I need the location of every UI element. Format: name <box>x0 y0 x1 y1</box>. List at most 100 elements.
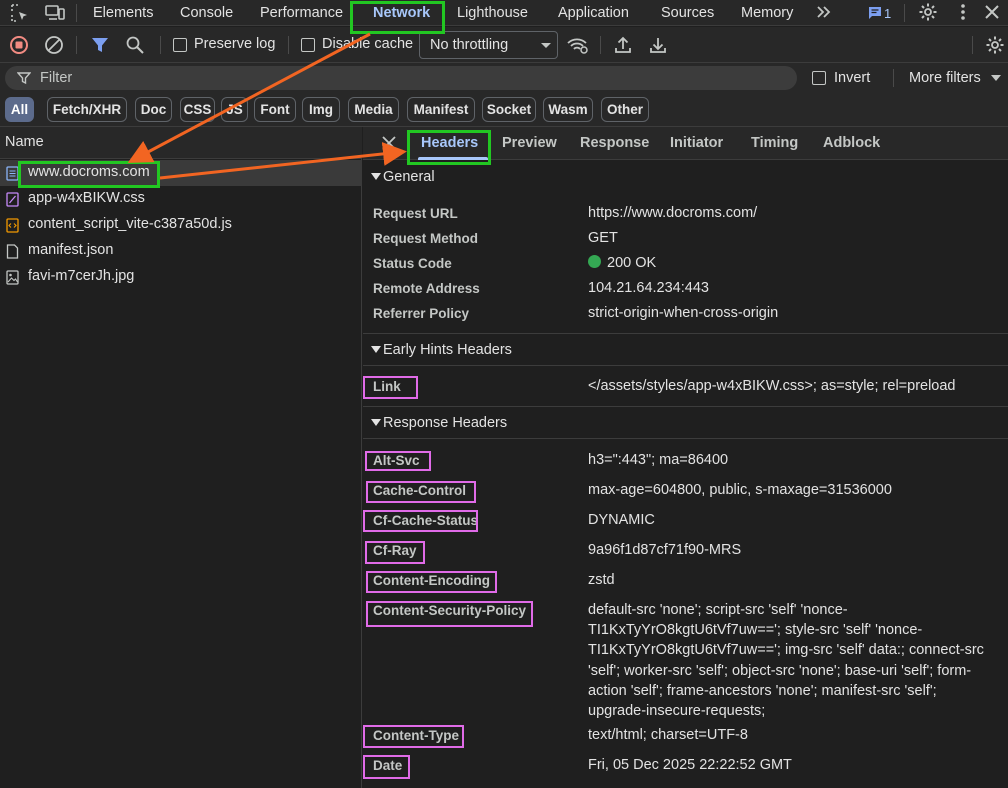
chip-font[interactable]: Font <box>254 97 296 122</box>
tab-lighthouse[interactable]: Lighthouse <box>457 0 528 26</box>
header-value: Fri, 05 Dec 2025 22:22:52 GMT <box>588 757 792 773</box>
chip-other[interactable]: Other <box>601 97 649 122</box>
chip-socket[interactable]: Socket <box>482 97 536 122</box>
chip-fetch-xhr[interactable]: Fetch/XHR <box>47 97 127 122</box>
inspect-element-icon[interactable] <box>10 3 30 23</box>
chip-img[interactable]: Img <box>302 97 340 122</box>
section-title: Early Hints Headers <box>383 342 512 358</box>
chip-all[interactable]: All <box>5 97 34 122</box>
network-settings-gear-icon[interactable] <box>985 35 1005 55</box>
request-list: Name www.docroms.com app-w4xBIKW.css con… <box>0 127 362 788</box>
section-title: Response Headers <box>383 415 508 431</box>
expand-triangle-icon <box>371 419 381 426</box>
kebab-menu-icon[interactable] <box>953 2 973 22</box>
invert-label: Invert <box>834 70 871 86</box>
key-highlight-content-type <box>363 725 464 748</box>
key-highlight-cache-control <box>366 481 476 503</box>
network-toolbar: Preserve log Disable cache No throttling <box>0 27 1008 63</box>
request-row[interactable]: app-w4xBIKW.css <box>0 186 362 212</box>
preserve-log-checkbox[interactable] <box>173 38 187 52</box>
resource-type-filters: All Fetch/XHR Doc CSS JS Font Img Media … <box>0 93 1008 127</box>
early-hints-section-header[interactable]: Early Hints Headers <box>363 333 1008 365</box>
header-key: Remote Address <box>373 281 480 296</box>
chevron-down-icon <box>991 75 1001 81</box>
header-value: https://www.docroms.com/ <box>588 205 758 221</box>
tab-console[interactable]: Console <box>180 0 233 26</box>
tab-sources[interactable]: Sources <box>661 0 714 26</box>
tab-initiator[interactable]: Initiator <box>670 135 723 151</box>
request-highlight <box>18 161 160 188</box>
preserve-log-label: Preserve log <box>194 36 276 52</box>
headers-tab-highlight <box>407 130 491 165</box>
issues-badge[interactable]: 1 <box>868 4 891 22</box>
invert-checkbox[interactable] <box>812 71 826 85</box>
request-name: manifest.json <box>28 242 114 258</box>
close-devtools-icon[interactable] <box>982 2 1002 22</box>
filter-funnel-icon[interactable] <box>90 35 110 55</box>
request-details: Headers Preview Response Initiator Timin… <box>363 127 1008 788</box>
response-headers-section-header[interactable]: Response Headers <box>363 406 1008 438</box>
clear-icon[interactable] <box>44 35 64 55</box>
close-details-icon[interactable] <box>381 135 397 151</box>
key-highlight-cf-ray <box>365 541 425 564</box>
header-value: strict-origin-when-cross-origin <box>588 305 779 321</box>
csp-header-value: default-src 'none'; script-src 'self' 'n… <box>588 602 984 720</box>
request-row[interactable]: manifest.json <box>0 238 362 264</box>
network-tab-highlight <box>350 1 445 34</box>
header-value: text/html; charset=UTF-8 <box>588 727 748 743</box>
header-value: 9a96f1d87cf71f90-MRS <box>588 542 742 558</box>
tab-response[interactable]: Response <box>580 135 649 151</box>
filter-row: Filter Invert More filters <box>0 63 1008 93</box>
request-name: app-w4xBIKW.css <box>28 190 145 206</box>
tab-adblock[interactable]: Adblock <box>823 135 880 151</box>
tab-elements[interactable]: Elements <box>93 0 153 26</box>
import-har-icon[interactable] <box>613 35 633 55</box>
stylesheet-icon <box>6 192 19 207</box>
record-stop-icon[interactable] <box>9 35 29 55</box>
request-name: content_script_vite-c387a50d.js <box>28 216 232 232</box>
header-key: Referrer Policy <box>373 306 470 321</box>
devtools-tab-bar: Elements Console Performance Network Lig… <box>0 0 1008 26</box>
key-highlight-content-encoding <box>366 571 497 593</box>
request-row[interactable]: favi-m7cerJh.jpg <box>0 264 362 290</box>
name-column-header[interactable]: Name <box>0 127 362 159</box>
filter-input[interactable]: Filter <box>5 66 797 90</box>
more-tabs-icon[interactable] <box>814 2 834 22</box>
chip-js[interactable]: JS <box>221 97 248 122</box>
settings-gear-icon[interactable] <box>918 2 938 22</box>
tab-application[interactable]: Application <box>558 0 629 26</box>
filter-placeholder: Filter <box>40 70 73 86</box>
section-title: General <box>383 169 435 185</box>
device-toolbar-icon[interactable] <box>44 3 66 23</box>
key-highlight-csp <box>366 601 533 627</box>
chip-css[interactable]: CSS <box>180 97 215 122</box>
expand-triangle-icon <box>371 173 381 180</box>
chip-wasm[interactable]: Wasm <box>543 97 593 122</box>
tab-preview[interactable]: Preview <box>502 135 557 151</box>
image-icon <box>6 270 19 285</box>
key-highlight-date <box>363 755 410 779</box>
network-conditions-icon[interactable] <box>566 35 590 55</box>
request-row[interactable]: content_script_vite-c387a50d.js <box>0 212 362 238</box>
search-icon[interactable] <box>125 35 145 55</box>
more-filters-dropdown[interactable]: More filters <box>909 70 981 86</box>
status-code-value: 200 OK <box>588 255 656 271</box>
issues-count: 1 <box>884 5 892 21</box>
chip-media[interactable]: Media <box>348 97 399 122</box>
disable-cache-label: Disable cache <box>322 36 414 52</box>
chip-doc[interactable]: Doc <box>135 97 172 122</box>
tab-performance[interactable]: Performance <box>260 0 343 26</box>
script-icon <box>6 218 19 233</box>
tab-memory[interactable]: Memory <box>741 0 793 26</box>
chip-manifest[interactable]: Manifest <box>407 97 475 122</box>
header-key: Status Code <box>373 256 452 271</box>
header-value: GET <box>588 230 618 246</box>
throttling-value: No throttling <box>430 37 509 53</box>
general-section-header[interactable]: General <box>363 161 1008 193</box>
disable-cache-checkbox[interactable] <box>301 38 315 52</box>
tab-timing[interactable]: Timing <box>751 135 798 151</box>
header-key: Request Method <box>373 231 479 246</box>
header-value: </assets/styles/app-w4xBIKW.css>; as=sty… <box>588 378 956 394</box>
export-har-icon[interactable] <box>648 35 668 55</box>
throttling-select[interactable]: No throttling <box>419 31 558 59</box>
